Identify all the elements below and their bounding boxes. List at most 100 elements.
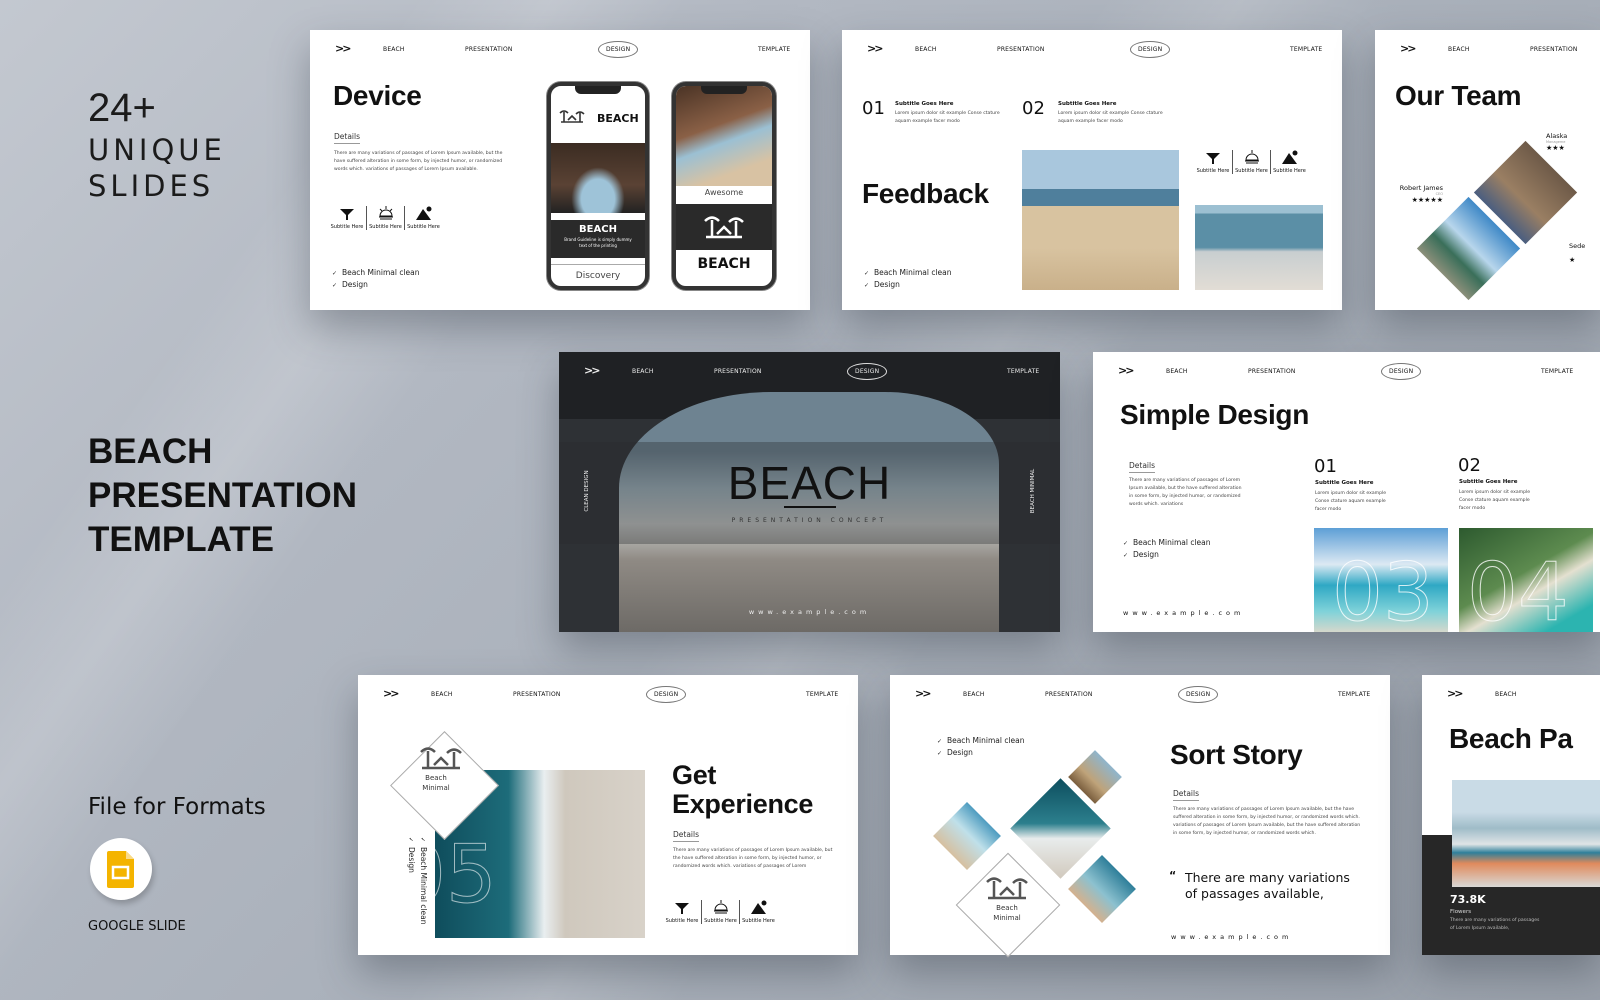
slide-nav: >> BEACH PRESENTATION DESIGN TEMPLATE	[310, 30, 810, 70]
nav-beach: BEACH	[383, 46, 405, 53]
chevrons-icon: >>	[867, 42, 884, 55]
icon-item: Subtitle Here	[1232, 150, 1270, 174]
title-line: BEACH	[88, 432, 213, 471]
icon-row: Subtitle Here Subtitle Here Subtitle Her…	[663, 900, 777, 924]
item-number: 01	[1314, 456, 1337, 477]
team-member: Alaska Manageme ★★★	[1546, 132, 1567, 152]
website: www.example.com	[1123, 609, 1245, 617]
icon-item: Subtitle Here	[328, 206, 366, 230]
nav-presentation: PRESENTATION	[465, 46, 513, 53]
nav-beach: BEACH	[963, 691, 985, 698]
checklist: Beach Minimal cleanDesign	[937, 735, 1025, 759]
cocktail-icon	[340, 209, 354, 220]
nav-template: TEMPLATE	[1541, 368, 1574, 375]
nav-template: TEMPLATE	[1290, 46, 1323, 53]
title-line: Experience	[672, 789, 814, 819]
google-slides-icon	[90, 838, 152, 900]
phone-notch	[575, 86, 621, 94]
photo-sailboat: 03	[1314, 528, 1448, 632]
paragraph: There are many variations of passages of…	[1129, 478, 1242, 507]
icon-label: Subtitle Here	[330, 224, 364, 230]
checklist-item: Beach Minimal clean	[332, 267, 420, 279]
item-subtitle: Subtitle Goes Here	[1315, 480, 1374, 486]
slide-nav: >> BEACH PRESENTATION	[1375, 30, 1600, 70]
nav-presentation: PRESENTATION	[1530, 46, 1578, 53]
photo-diamond	[1068, 855, 1136, 923]
chevrons-icon: >>	[383, 687, 400, 700]
checklist-item: Design	[1123, 549, 1211, 561]
phone-label: Awesome	[704, 188, 744, 197]
slide-device[interactable]: >> BEACH PRESENTATION DESIGN TEMPLATE Device…	[310, 30, 810, 310]
label-line: SLIDES	[88, 169, 215, 203]
slide-nav: >> BEACH PRESENTATION DESIGN TEMPLATE	[1093, 352, 1600, 392]
icon-item: Subtitle Here	[1194, 150, 1232, 174]
item-number: 02	[1022, 98, 1045, 119]
quote-icon: “	[1169, 869, 1177, 882]
nav-beach: BEACH	[431, 691, 453, 698]
product-title: BEACH PRESENTATION TEMPLATE	[88, 430, 357, 562]
icon-label: Subtitle Here	[742, 918, 775, 924]
vertical-label: BEACH MINIMAL	[1030, 468, 1036, 514]
slide-nav: >> BEACH	[1422, 675, 1600, 715]
title-line: PRESENTATION	[88, 476, 357, 515]
chevrons-icon: >>	[1447, 687, 1464, 700]
checklist: Beach Minimal cleanDesign	[864, 267, 952, 291]
item-text: Lorem ipsum dolor sit example Conse ctat…	[1459, 490, 1531, 511]
checklist-item: Design	[332, 279, 420, 291]
mountain-icon	[750, 900, 766, 914]
checklist: Beach Minimal cleanDesign	[332, 267, 420, 291]
slide-beach-party[interactable]: >> BEACH Beach Pa 73.8K Flowers There are…	[1422, 675, 1600, 955]
team-member: Robert James CEO ★★★★★	[1393, 184, 1443, 204]
number-overlay: 03	[1332, 546, 1435, 633]
slide-simple-design[interactable]: >> BEACH PRESENTATION DESIGN TEMPLATE Simple…	[1093, 352, 1600, 632]
icon-item: Subtitle Here	[366, 206, 404, 230]
nav-design: DESIGN	[847, 363, 888, 380]
slide-get-experience[interactable]: >> BEACH PRESENTATION DESIGN TEMPLATE 05 Bea…	[358, 675, 858, 955]
cover-title: BEACH	[727, 457, 892, 509]
photo-diamond	[933, 802, 1001, 870]
item-number: 02	[1458, 455, 1481, 476]
formats-label: File for Formats	[88, 794, 266, 820]
nav-beach: BEACH	[1495, 691, 1517, 698]
slide-nav: >> BEACH PRESENTATION DESIGN TEMPLATE	[890, 675, 1390, 715]
photo-cave-people	[676, 86, 772, 186]
details-heading: Details	[334, 132, 361, 144]
photo-bike-fence	[1022, 150, 1179, 290]
member-name: Sede	[1569, 242, 1586, 250]
nav-design: DESIGN	[1381, 363, 1422, 380]
item-subtitle: Subtitle Goes Here	[1459, 479, 1518, 485]
item-subtitle: Subtitle Goes Here	[1058, 101, 1117, 107]
nav-template: TEMPLATE	[758, 46, 791, 53]
phone-brand: BEACH	[697, 256, 751, 272]
nav-presentation: PRESENTATION	[997, 46, 1045, 53]
logo-label: Beach Minimal	[422, 774, 450, 792]
slide-sort-story[interactable]: >> BEACH PRESENTATION DESIGN TEMPLATE Beach …	[890, 675, 1390, 958]
chevrons-icon: >>	[335, 42, 352, 55]
icon-label: Subtitle Here	[1273, 168, 1306, 174]
icon-row: Subtitle Here Subtitle Here Subtitle Her…	[1194, 150, 1308, 174]
slide-cover[interactable]: >> BEACH PRESENTATION DESIGN TEMPLATE BEACH …	[559, 352, 1060, 632]
palm-logo-icon	[420, 747, 462, 770]
paragraph: There are many variations of passages of…	[334, 151, 503, 172]
icon-label: Subtitle Here	[1196, 168, 1230, 174]
website: www.example.com	[748, 608, 871, 616]
slide-our-team[interactable]: >> BEACH PRESENTATION Our Team Robert Jame…	[1375, 30, 1600, 310]
nav-design: DESIGN	[646, 686, 687, 703]
slide-title: Sort Story	[1170, 739, 1303, 770]
sunset-icon	[378, 206, 393, 220]
slide-nav: >> BEACH PRESENTATION DESIGN TEMPLATE	[842, 30, 1342, 70]
checklist-item: Beach Minimal clean	[864, 267, 952, 279]
nav-design: DESIGN	[1178, 686, 1219, 703]
slide-title: Our Team	[1395, 80, 1522, 111]
member-rating: ★	[1569, 256, 1576, 264]
nav-beach: BEACH	[915, 46, 937, 53]
slide-title: Feedback	[862, 178, 989, 209]
format-name: GOOGLE SLIDE	[88, 919, 186, 934]
cover-subtitle: PRESENTATION CONCEPT	[731, 517, 888, 524]
phone-band: BEACH Brand Guideline is simply dummy te…	[551, 220, 645, 258]
nav-presentation: PRESENTATION	[1045, 691, 1093, 698]
number-overlay: 04	[1467, 546, 1570, 633]
slide-feedback[interactable]: >> BEACH PRESENTATION DESIGN TEMPLATE 01 Sub…	[842, 30, 1342, 310]
photo-surfers	[1195, 205, 1323, 290]
checklist: Beach Minimal cleanDesign	[405, 837, 429, 947]
